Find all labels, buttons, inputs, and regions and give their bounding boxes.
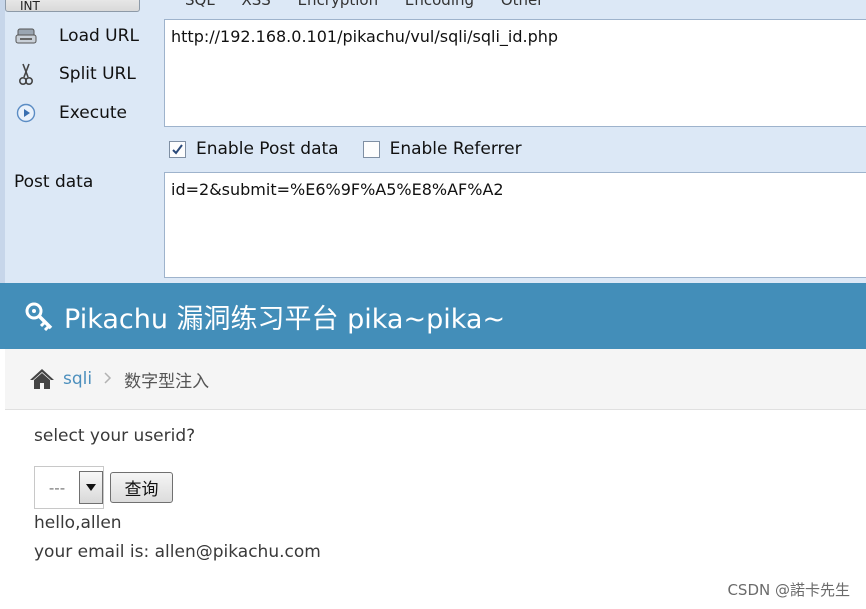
menu-encryption[interactable]: Encryption [298,0,379,9]
scissors-icon [13,63,39,86]
breadcrumb: sqli 数字型注入 [5,349,866,410]
int-menu-button[interactable]: INT [5,0,140,13]
site-title[interactable]: Pikachu 漏洞练习平台 pika~pika~ [64,297,505,336]
menu-encoding[interactable]: Encoding [405,0,474,9]
result-email: your email is: allen@pikachu.com [34,542,321,562]
execute-label: Execute [59,103,127,123]
chevron-down-icon[interactable] [79,471,103,504]
key-icon [24,301,54,331]
play-icon [13,102,39,124]
userid-select[interactable]: --- [34,466,104,509]
post-data-textarea[interactable]: id=2&submit=%E6%9F%A5%E8%AF%A2 [164,172,866,278]
enable-post-label: Enable Post data [196,139,339,159]
hackbar-menu-items: SQL XSS Encryption Encoding Other [185,0,565,9]
enable-post-option[interactable]: Enable Post data [169,139,339,159]
enable-referrer-checkbox[interactable] [362,140,380,158]
split-url-button[interactable]: Split URL [13,62,136,86]
query-button[interactable]: 查询 [110,472,173,503]
result-greeting: hello,allen [34,513,122,533]
hackbar-options: Enable Post data Enable Referrer [169,139,546,159]
enable-post-checkbox[interactable] [169,140,186,158]
csdn-watermark: CSDN @諾卡先生 [727,581,850,599]
url-textarea[interactable]: http://192.168.0.101/pikachu/vul/sqli/sq… [164,19,866,127]
userid-prompt: select your userid? [34,426,196,446]
hackbar-panel: INT SQL XSS Encryption Encoding Other Lo… [0,0,866,283]
breadcrumb-link-sqli[interactable]: sqli [63,369,92,389]
checkmark-icon [172,143,183,155]
post-data-label: Post data [14,172,94,192]
menu-other[interactable]: Other [501,0,544,9]
menu-sql[interactable]: SQL [185,0,215,9]
site-header: Pikachu 漏洞练习平台 pika~pika~ [0,283,866,349]
split-url-label: Split URL [59,64,136,84]
menu-xss[interactable]: XSS [241,0,270,9]
load-url-icon [13,25,39,47]
enable-referrer-option[interactable]: Enable Referrer [362,139,522,159]
load-url-label: Load URL [59,26,139,46]
execute-button[interactable]: Execute [13,101,127,125]
userid-select-value: --- [48,478,66,497]
breadcrumb-separator-icon [104,370,112,388]
home-icon[interactable] [29,368,55,390]
hackbar-menubar: INT SQL XSS Encryption Encoding Other [5,0,866,15]
breadcrumb-current: 数字型注入 [124,371,210,392]
enable-referrer-label: Enable Referrer [389,139,522,159]
load-url-button[interactable]: Load URL [13,24,139,48]
